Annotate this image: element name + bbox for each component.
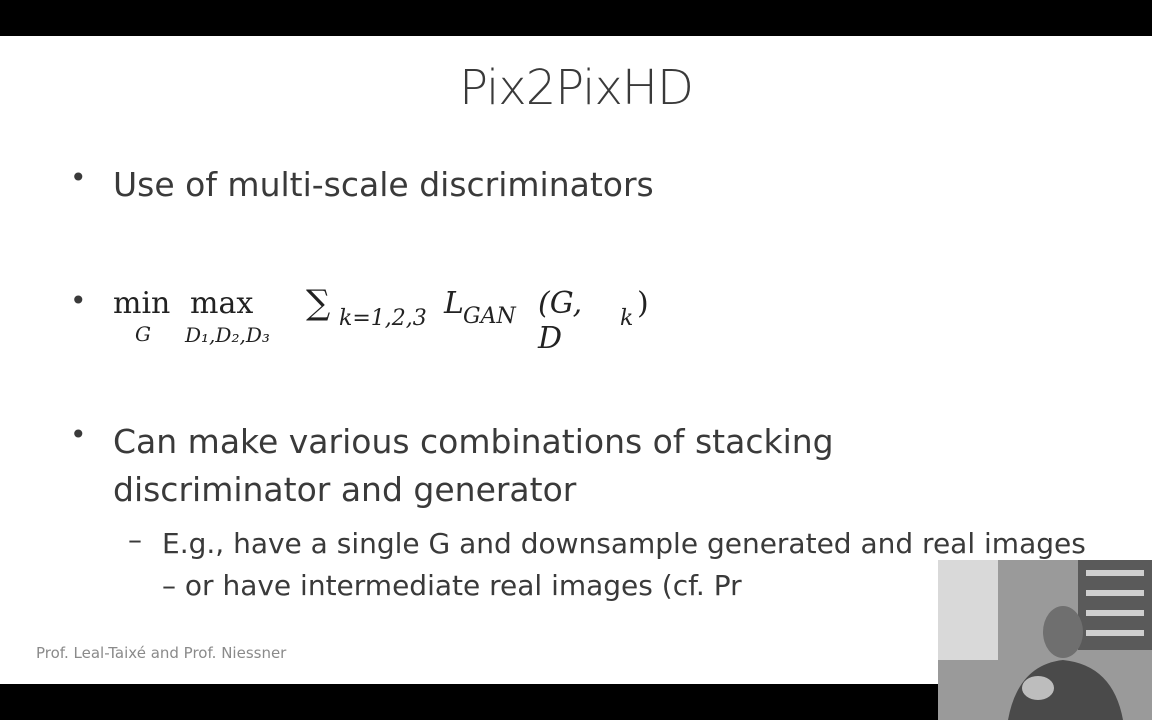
formula-max: max [190, 286, 254, 321]
formula-min-sub: G [135, 322, 151, 346]
bullet-3-text: Can make various combinations of stackin… [113, 422, 834, 509]
bullet-1-text: Use of multi-scale discriminators [113, 165, 654, 204]
bullet-dot: • [70, 161, 87, 194]
formula-min: min [113, 286, 171, 321]
sub-bullet-dash: – [128, 523, 142, 556]
slide-footer: Prof. Leal-Taixé and Prof. Niessner [36, 644, 287, 662]
formula-max-sub: D₁,D₂,D₃ [185, 323, 270, 347]
formula-loss: L [444, 286, 464, 321]
formula-loss-sub: GAN [463, 304, 516, 329]
formula-args: (G, D [538, 286, 583, 356]
slide-title: Pix2PixHD [459, 60, 694, 116]
bullet-dot: • [70, 284, 87, 317]
bullet-dot: • [70, 418, 87, 451]
formula-sum: ∑ [306, 283, 331, 323]
webcam-overlay [938, 560, 1152, 720]
formula-args-sub: k [620, 306, 634, 331]
formula-close: ) [637, 286, 649, 321]
webcam-scene [938, 560, 1152, 720]
formula-sum-sub: k=1,2,3 [339, 306, 427, 331]
top-letterbox [0, 0, 1152, 36]
